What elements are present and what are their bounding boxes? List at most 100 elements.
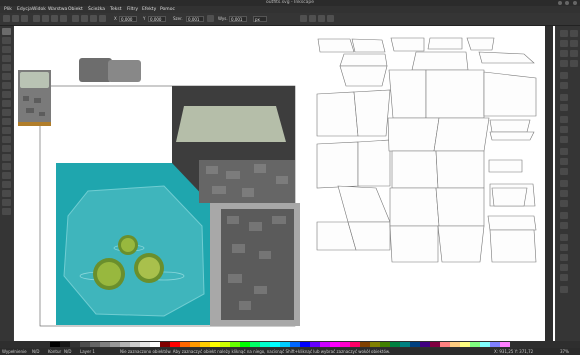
lock-proportions-icon[interactable] — [207, 15, 214, 22]
tweak-tool-icon[interactable] — [2, 46, 11, 53]
y-input[interactable]: 0,000 — [148, 16, 166, 22]
color-swatch[interactable] — [370, 342, 380, 347]
select-all-layers-button[interactable] — [12, 15, 19, 22]
save-icon[interactable] — [560, 50, 568, 57]
color-swatch[interactable] — [290, 342, 300, 347]
color-swatch[interactable] — [390, 342, 400, 347]
snap-bbox-icon[interactable] — [570, 40, 578, 47]
color-swatch[interactable] — [300, 342, 310, 347]
select-all-button[interactable] — [3, 15, 10, 22]
redo-icon[interactable] — [560, 104, 568, 111]
fill-stroke-icon[interactable] — [560, 234, 568, 241]
color-swatch[interactable] — [120, 342, 130, 347]
align-icon[interactable] — [560, 274, 568, 281]
xml-editor-icon[interactable] — [560, 264, 568, 271]
zoom-selection-icon[interactable] — [560, 148, 568, 155]
star-tool-icon[interactable] — [2, 100, 11, 107]
color-swatch[interactable] — [400, 342, 410, 347]
color-swatch[interactable] — [460, 342, 470, 347]
paste-icon[interactable] — [560, 136, 568, 143]
rotate-cw-button[interactable] — [42, 15, 49, 22]
color-swatch[interactable] — [80, 342, 90, 347]
color-swatch[interactable] — [190, 342, 200, 347]
menu-help[interactable]: Pomoc — [160, 6, 175, 13]
menu-extensions[interactable]: Efekty — [142, 6, 156, 13]
fill-value[interactable]: N/D — [32, 348, 39, 355]
unit-select[interactable]: px — [253, 16, 267, 22]
print-icon[interactable] — [560, 60, 568, 67]
group-icon[interactable] — [560, 212, 568, 219]
clone-icon[interactable] — [560, 190, 568, 197]
text-tool-icon[interactable] — [2, 145, 11, 152]
menu-layer[interactable]: Warstwa — [48, 6, 67, 13]
color-swatch[interactable] — [110, 342, 120, 347]
color-swatch[interactable] — [240, 342, 250, 347]
color-swatch[interactable] — [350, 342, 360, 347]
zoom-tool-icon[interactable] — [2, 55, 11, 62]
selector-tool-icon[interactable] — [2, 28, 11, 35]
transform-patterns-button[interactable] — [327, 15, 334, 22]
menu-filters[interactable]: Filtry — [127, 6, 138, 13]
color-swatch[interactable] — [360, 342, 370, 347]
layer-select[interactable]: Layer 1 — [80, 348, 95, 355]
color-swatch[interactable] — [440, 342, 450, 347]
transform-corners-button[interactable] — [309, 15, 316, 22]
color-swatch[interactable] — [320, 342, 330, 347]
color-swatch[interactable] — [380, 342, 390, 347]
deselect-button[interactable] — [21, 15, 28, 22]
stroke-value[interactable]: N/D — [64, 348, 71, 355]
vertical-scrollbar[interactable] — [545, 26, 553, 341]
connector-tool-icon[interactable] — [2, 208, 11, 215]
lower-button[interactable] — [90, 15, 97, 22]
menu-path[interactable]: Ścieżka — [88, 6, 105, 13]
color-swatch[interactable] — [260, 342, 270, 347]
spiral-tool-icon[interactable] — [2, 109, 11, 116]
zoom-drawing-icon[interactable] — [560, 158, 568, 165]
flip-vertical-button[interactable] — [60, 15, 67, 22]
color-swatch[interactable] — [420, 342, 430, 347]
pencil-tool-icon[interactable] — [2, 118, 11, 125]
color-swatch[interactable] — [480, 342, 490, 347]
color-swatch[interactable] — [220, 342, 230, 347]
preferences-icon[interactable] — [560, 286, 568, 293]
import-icon[interactable] — [560, 72, 568, 79]
transform-gradients-button[interactable] — [318, 15, 325, 22]
color-swatch[interactable] — [430, 342, 440, 347]
raise-to-top-button[interactable] — [72, 15, 79, 22]
node-tool-icon[interactable] — [2, 37, 11, 44]
color-swatch[interactable] — [450, 342, 460, 347]
menu-object[interactable]: Obiekt — [68, 6, 83, 13]
color-swatch[interactable] — [130, 342, 140, 347]
color-swatch[interactable] — [170, 342, 180, 347]
color-swatch[interactable] — [90, 342, 100, 347]
color-swatch[interactable] — [150, 342, 160, 347]
color-swatch[interactable] — [500, 342, 510, 347]
ungroup-icon[interactable] — [560, 222, 568, 229]
measure-tool-icon[interactable] — [2, 64, 11, 71]
bucket-tool-icon[interactable] — [2, 172, 11, 179]
cut-icon[interactable] — [560, 126, 568, 133]
pen-tool-icon[interactable] — [2, 127, 11, 134]
color-swatch[interactable] — [250, 342, 260, 347]
color-swatch[interactable] — [330, 342, 340, 347]
color-swatch[interactable] — [180, 342, 190, 347]
zoom-value[interactable]: 37% — [560, 348, 569, 355]
undo-icon[interactable] — [560, 94, 568, 101]
color-swatch[interactable] — [60, 342, 70, 347]
transform-stroke-button[interactable] — [300, 15, 307, 22]
color-swatch[interactable] — [470, 342, 480, 347]
height-input[interactable]: 0,001 — [229, 16, 247, 22]
color-swatch[interactable] — [200, 342, 210, 347]
width-input[interactable]: 0,001 — [186, 16, 204, 22]
color-swatch[interactable] — [280, 342, 290, 347]
open-icon[interactable] — [560, 40, 568, 47]
layers-icon[interactable] — [560, 254, 568, 261]
menu-text[interactable]: Tekst — [110, 6, 121, 13]
box3d-tool-icon[interactable] — [2, 82, 11, 89]
unlink-clone-icon[interactable] — [560, 200, 568, 207]
spray-tool-icon[interactable] — [2, 154, 11, 161]
rectangle-tool-icon[interactable] — [2, 73, 11, 80]
color-swatch[interactable] — [210, 342, 220, 347]
calligraphy-tool-icon[interactable] — [2, 136, 11, 143]
lower-to-bottom-button[interactable] — [99, 15, 106, 22]
